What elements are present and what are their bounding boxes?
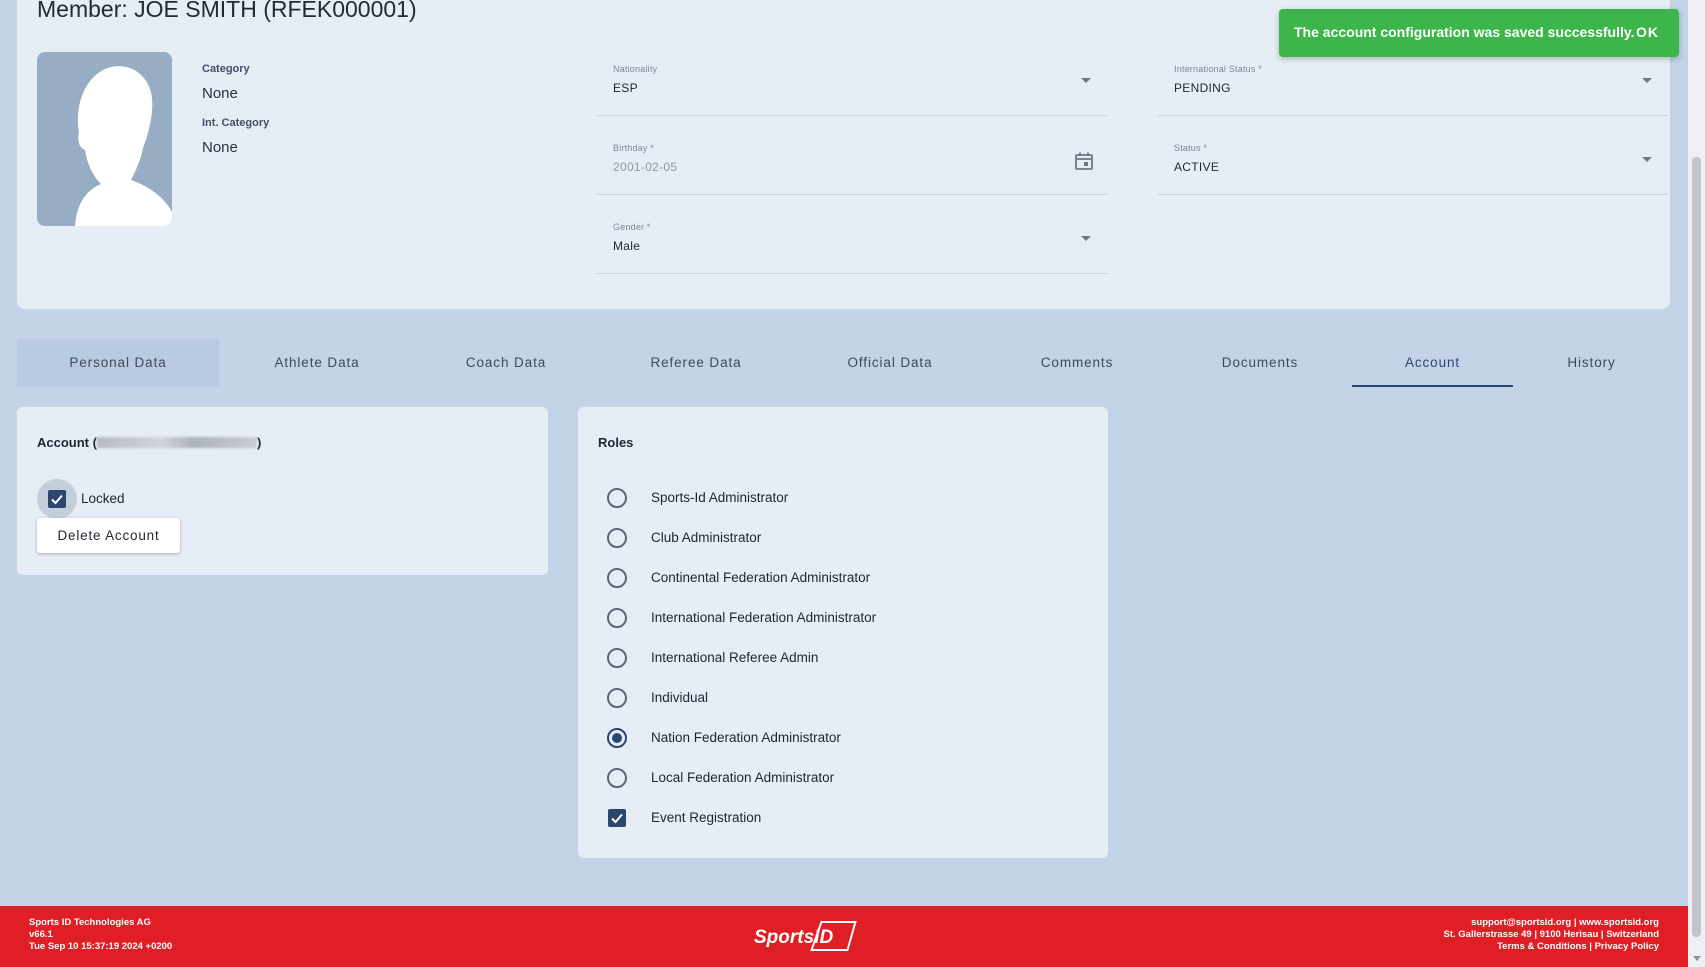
tab-official-data[interactable]: Official Data — [795, 339, 985, 387]
chevron-down-icon[interactable] — [1642, 78, 1652, 83]
role-continental-federation-administrator[interactable]: Continental Federation Administrator — [607, 566, 1067, 590]
company-name: Sports ID Technologies AG — [29, 917, 151, 928]
category-value: None — [202, 85, 238, 102]
role-label: Nation Federation Administrator — [651, 730, 841, 745]
toast-message: The account configuration was saved succ… — [1294, 24, 1635, 40]
success-toast: The account configuration was saved succ… — [1279, 9, 1679, 57]
role-label: Club Administrator — [651, 530, 762, 545]
radio-button[interactable] — [607, 688, 627, 708]
tab-documents[interactable]: Documents — [1169, 339, 1351, 387]
role-label: Sports-Id Administrator — [651, 490, 789, 505]
role-local-federation-administrator[interactable]: Local Federation Administrator — [607, 766, 1067, 790]
role-label: Event Registration — [651, 810, 762, 825]
sportsid-logo: SportsID — [754, 921, 857, 951]
radio-button[interactable] — [607, 608, 627, 628]
status-value: ACTIVE — [1174, 160, 1220, 174]
footer-right: support@sportsid.org | www.sportsid.org … — [1444, 917, 1659, 953]
person-silhouette-icon — [75, 66, 172, 226]
chevron-down-icon[interactable] — [1642, 157, 1652, 162]
gender-label: Gender * — [613, 222, 651, 232]
tab-account[interactable]: Account — [1352, 339, 1513, 387]
locked-checkbox[interactable] — [48, 490, 66, 508]
page-scrollbar[interactable] — [1688, 0, 1705, 967]
checkmark-icon — [611, 813, 623, 824]
nationality-value: ESP — [613, 81, 638, 95]
account-title-prefix: Account ( — [37, 435, 97, 450]
contact-links[interactable]: support@sportsid.org | www.sportsid.org — [1444, 917, 1659, 929]
int-category-label: Int. Category — [202, 117, 270, 129]
role-label: Individual — [651, 690, 709, 705]
account-title-suffix: ) — [256, 435, 262, 450]
radio-button[interactable] — [607, 488, 627, 508]
role-international-federation-administrator[interactable]: International Federation Administrator — [607, 606, 1067, 630]
tab-referee-data[interactable]: Referee Data — [597, 339, 795, 387]
role-event-registration[interactable]: Event Registration — [607, 806, 1067, 830]
status-label: Status * — [1174, 143, 1208, 153]
role-international-referee-admin[interactable]: International Referee Admin — [607, 646, 1067, 670]
company-address: St. Gallerstrasse 49 | 9100 Herisau | Sw… — [1443, 929, 1659, 940]
radio-button[interactable] — [607, 568, 627, 588]
account-title: Account () — [37, 435, 261, 450]
chevron-down-icon[interactable] — [1081, 236, 1091, 241]
scroll-down-arrow-icon[interactable] — [1693, 956, 1701, 961]
scrollbar-thumb[interactable] — [1692, 157, 1701, 937]
avatar — [37, 52, 172, 226]
gender-value: Male — [613, 239, 641, 253]
radio-button[interactable] — [607, 528, 627, 548]
international-status-select[interactable]: International Status * PENDING — [1158, 64, 1668, 116]
tab-coach-data[interactable]: Coach Data — [415, 339, 597, 387]
tab-bar: Personal Data Athlete Data Coach Data Re… — [17, 339, 1670, 387]
nationality-select[interactable]: Nationality ESP — [597, 64, 1107, 116]
server-timestamp: Tue Sep 10 15:37:19 2024 +0200 — [29, 941, 173, 952]
radio-button[interactable] — [607, 648, 627, 668]
role-sports-id-administrator[interactable]: Sports-Id Administrator — [607, 486, 1067, 510]
tab-comments[interactable]: Comments — [985, 339, 1169, 387]
calendar-icon[interactable] — [1074, 151, 1094, 171]
birthday-value: 2001-02-05 — [613, 160, 678, 174]
role-individual[interactable]: Individual — [607, 686, 1067, 710]
checkmark-icon — [51, 494, 63, 505]
role-label: Local Federation Administrator — [651, 770, 835, 785]
status-select[interactable]: Status * ACTIVE — [1158, 143, 1668, 195]
account-card: Account () Locked Delete Account — [17, 407, 548, 575]
birthday-label: Birthday * — [613, 143, 655, 153]
locked-label: Locked — [81, 491, 125, 506]
nationality-label: Nationality — [613, 64, 658, 74]
legal-links[interactable]: Terms & Conditions | Privacy Policy — [1444, 941, 1659, 953]
roles-title: Roles — [598, 435, 634, 450]
role-label: International Federation Administrator — [651, 610, 877, 625]
toast-ok-button[interactable]: OK — [1630, 20, 1665, 44]
birthday-field[interactable]: Birthday * 2001-02-05 — [597, 143, 1107, 195]
delete-account-button[interactable]: Delete Account — [37, 518, 180, 553]
gender-select[interactable]: Gender * Male — [597, 222, 1107, 274]
role-club-administrator[interactable]: Club Administrator — [607, 526, 1067, 550]
footer: Sports ID Technologies AG v66.1 Tue Sep … — [0, 906, 1688, 967]
roles-card: Roles Sports-Id Administrator Club Admin… — [578, 407, 1108, 858]
int-category-value: None — [202, 139, 238, 156]
international-status-label: International Status * — [1174, 64, 1262, 74]
international-status-value: PENDING — [1174, 81, 1231, 95]
redacted-account-name — [96, 437, 257, 448]
role-label: International Referee Admin — [651, 650, 819, 665]
page-title: Member: JOE SMITH (RFEK000001) — [37, 0, 417, 22]
footer-left: Sports ID Technologies AG v66.1 Tue Sep … — [29, 917, 172, 953]
tab-athlete-data[interactable]: Athlete Data — [219, 339, 415, 387]
radio-button-selected[interactable] — [607, 728, 627, 748]
tab-personal-data[interactable]: Personal Data — [17, 339, 219, 387]
event-registration-checkbox[interactable] — [608, 809, 626, 827]
tab-history[interactable]: History — [1513, 339, 1670, 387]
logo-text: SportsID — [754, 927, 833, 948]
role-label: Continental Federation Administrator — [651, 570, 871, 585]
radio-button[interactable] — [607, 768, 627, 788]
category-label: Category — [202, 63, 250, 75]
role-nation-federation-administrator[interactable]: Nation Federation Administrator — [607, 726, 1067, 750]
chevron-down-icon[interactable] — [1081, 78, 1091, 83]
app-version: v66.1 — [29, 929, 53, 940]
